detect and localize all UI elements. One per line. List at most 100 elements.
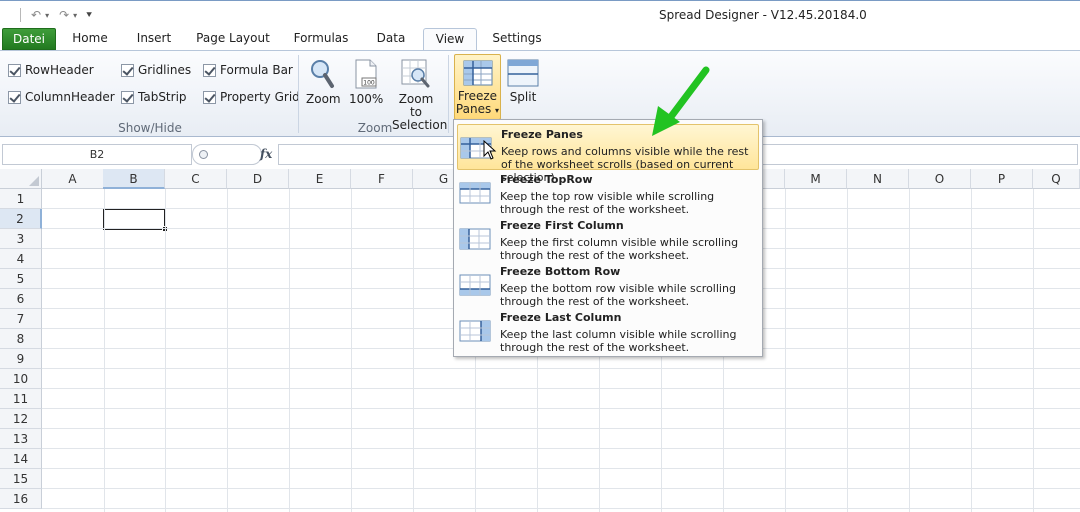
tab-formulas[interactable]: Formulas [288, 28, 354, 50]
formula-bar-label: Formula Bar [220, 63, 293, 77]
name-box[interactable]: B2 [2, 144, 192, 165]
freeze-panes-icon [463, 60, 492, 86]
menu-item-title: Freeze Panes [501, 128, 583, 141]
magnifier-icon [311, 60, 334, 88]
fx-icon[interactable]: fx [260, 147, 272, 161]
row-header-15[interactable]: 15 [0, 469, 42, 489]
row-header-8[interactable]: 8 [0, 329, 42, 349]
menu-item-freeze-last-column[interactable]: Freeze Last Column Keep the last column v… [457, 308, 759, 354]
menu-item-freeze-toprow[interactable]: Freeze TopRow Keep the top row visible wh… [457, 170, 759, 216]
grid-hline [42, 468, 1080, 469]
row-header-12[interactable]: 12 [0, 409, 42, 429]
tab-settings[interactable]: Settings [488, 28, 546, 50]
split-label: Split [509, 90, 537, 104]
checkbox-check-icon [8, 63, 21, 77]
column-header-f[interactable]: F [351, 169, 413, 189]
tab-data[interactable]: Data [366, 28, 416, 50]
column-header-p[interactable]: P [971, 169, 1033, 189]
freeze-toprow-icon [459, 182, 493, 209]
namebox-splitter[interactable] [192, 144, 262, 165]
dropdown-caret-icon: ▾ [495, 106, 500, 115]
quick-access-toolbar: ↶ ▾ ↷ ▾ ⯆ [20, 7, 93, 23]
column-header-o[interactable]: O [909, 169, 971, 189]
menu-item-description: Keep the first column visible while scro… [500, 236, 739, 262]
group-label-showhide: Show/Hide [118, 121, 182, 135]
freeze-panes-label-2: Panes [455, 102, 492, 116]
row-header-10[interactable]: 10 [0, 369, 42, 389]
row-header-4[interactable]: 4 [0, 249, 42, 269]
zoom-button[interactable]: Zoom [306, 59, 341, 106]
menu-item-freeze-first-column[interactable]: Freeze First Column Keep the first column… [457, 216, 759, 262]
qat-separator [20, 8, 21, 22]
row-header-1[interactable]: 1 [0, 189, 42, 209]
formula-bar-checkbox[interactable]: Formula Bar [203, 63, 293, 77]
grid-hline [42, 508, 1080, 509]
column-header-b[interactable]: B [103, 169, 165, 189]
menu-item-description: Keep the last column visible while scrol… [500, 328, 737, 354]
menu-item-title: Freeze TopRow [500, 173, 593, 186]
tabstrip-label: TabStrip [138, 90, 187, 104]
tabstrip-checkbox[interactable]: TabStrip [121, 90, 187, 104]
grid-vline [289, 189, 290, 512]
row-header-16[interactable]: 16 [0, 489, 42, 509]
tab-insert[interactable]: Insert [128, 28, 180, 50]
tab-datei[interactable]: Datei [2, 28, 56, 50]
column-header-q[interactable]: Q [1033, 169, 1080, 189]
row-header-5[interactable]: 5 [0, 269, 42, 289]
menu-item-title: Freeze Bottom Row [500, 265, 621, 278]
row-header-13[interactable]: 13 [0, 429, 42, 449]
column-header-m[interactable]: M [785, 169, 847, 189]
select-all-corner[interactable] [0, 169, 42, 189]
group-separator [448, 55, 449, 133]
grid-vline [847, 189, 848, 512]
grid-vline [227, 189, 228, 512]
customize-qat-icon[interactable]: ⯆ [85, 10, 93, 21]
grid-hline [42, 408, 1080, 409]
rowheader-checkbox[interactable]: RowHeader [8, 63, 94, 77]
menu-item-title: Freeze First Column [500, 219, 624, 232]
checkbox-check-icon [8, 90, 21, 104]
row-header-3[interactable]: 3 [0, 229, 42, 249]
property-grid-checkbox[interactable]: Property Grid [203, 90, 300, 104]
gridlines-checkbox[interactable]: Gridlines [121, 63, 191, 77]
row-header-14[interactable]: 14 [0, 449, 42, 469]
zoom-100-button[interactable]: 100 100% [349, 59, 383, 106]
column-header-d[interactable]: D [227, 169, 289, 189]
row-header-11[interactable]: 11 [0, 389, 42, 409]
redo-dropdown-icon[interactable]: ▾ [73, 11, 77, 20]
grid-hline [42, 388, 1080, 389]
grid-hline [42, 368, 1080, 369]
row-header-9[interactable]: 9 [0, 349, 42, 369]
column-header-a[interactable]: A [42, 169, 104, 189]
ribbon-tabs: Datei Home Insert Page Layout Formulas D… [0, 28, 1080, 51]
tab-home[interactable]: Home [64, 28, 116, 50]
grid-vline [909, 189, 910, 512]
zoom-button-label: Zoom [306, 92, 341, 106]
split-button[interactable]: Split [506, 59, 540, 104]
grid-vline [971, 189, 972, 512]
grid-vline [165, 189, 166, 512]
redo-icon[interactable]: ↷ [59, 8, 69, 22]
column-header-e[interactable]: E [289, 169, 351, 189]
menu-item-freeze-bottom-row[interactable]: Freeze Bottom Row Keep the bottom row vis… [457, 262, 759, 308]
undo-icon[interactable]: ↶ [31, 8, 41, 22]
row-header-7[interactable]: 7 [0, 309, 42, 329]
freeze-last-column-icon [459, 320, 493, 347]
selected-cell-b2[interactable] [103, 208, 168, 232]
green-arrow-annotation-icon [652, 66, 710, 136]
checkbox-check-icon [121, 63, 134, 77]
grid-hline [42, 488, 1080, 489]
row-header-2[interactable]: 2 [0, 209, 42, 229]
column-header-n[interactable]: N [847, 169, 909, 189]
title-bar: ↶ ▾ ↷ ▾ ⯆ Spread Designer - V12.45.20184… [0, 0, 1080, 28]
tab-view[interactable]: View [423, 28, 477, 51]
row-header-6[interactable]: 6 [0, 289, 42, 309]
column-header-c[interactable]: C [165, 169, 227, 189]
split-icon [507, 59, 539, 87]
columnheader-checkbox[interactable]: ColumnHeader [8, 90, 115, 104]
undo-dropdown-icon[interactable]: ▾ [45, 11, 49, 20]
freeze-panes-button[interactable]: Freeze Panes ▾ [454, 54, 501, 120]
tab-page-layout[interactable]: Page Layout [192, 28, 274, 50]
menu-item-freeze-panes[interactable]: Freeze Panes Keep rows and columns visibl… [457, 124, 759, 184]
freeze-first-column-icon [459, 228, 493, 255]
